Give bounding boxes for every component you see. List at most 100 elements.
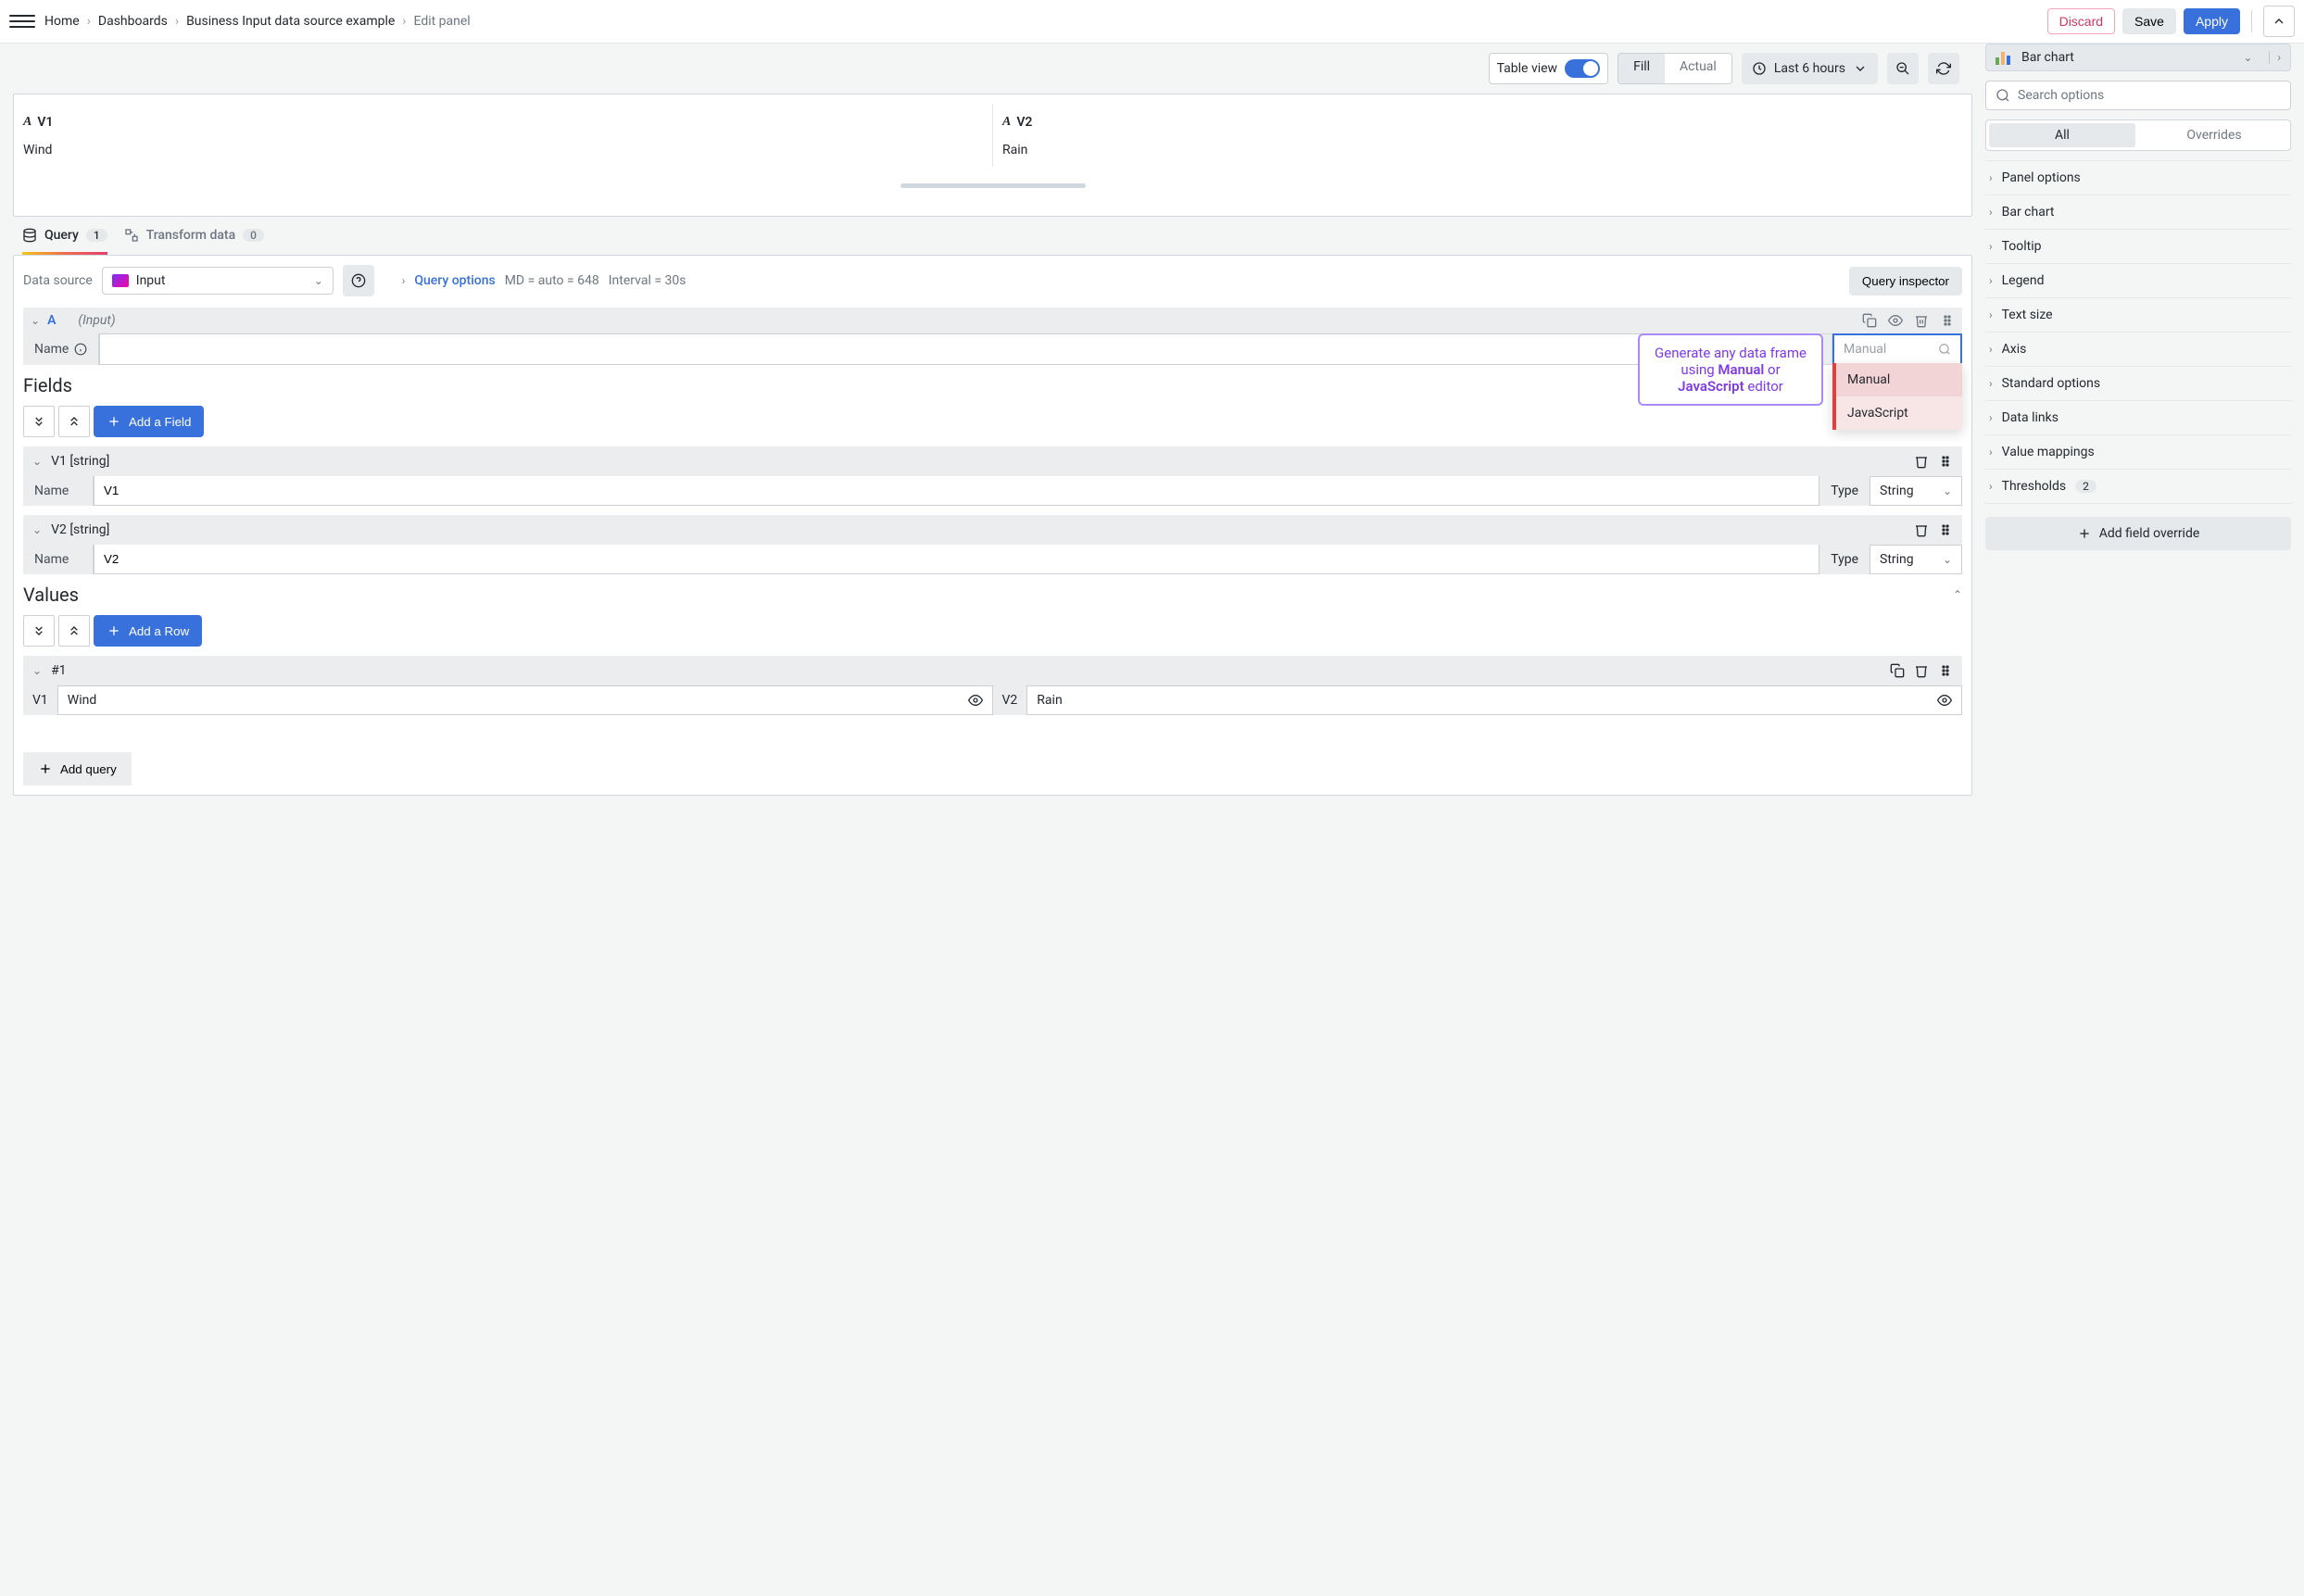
option-section-label: Legend (2002, 273, 2045, 288)
option-section[interactable]: ›Bar chart (1985, 195, 2291, 230)
chevron-right-icon[interactable]: › (2269, 51, 2281, 64)
add-field-button[interactable]: Add a Field (94, 406, 204, 437)
option-section[interactable]: ›Value mappings (1985, 435, 2291, 470)
query-inspector-button[interactable]: Query inspector (1849, 267, 1962, 295)
add-row-button[interactable]: Add a Row (94, 615, 202, 647)
chevron-right-icon: › (1989, 343, 1993, 356)
trash-icon[interactable] (1914, 522, 1929, 537)
collapse-all-button[interactable] (23, 615, 55, 647)
tab-query[interactable]: Query 1 (22, 228, 107, 255)
drag-handle-icon[interactable] (1938, 663, 1953, 678)
chevron-right-icon: › (87, 14, 91, 29)
option-section-label: Axis (2002, 342, 2027, 357)
collapse-icon[interactable]: ⌄ (32, 523, 42, 536)
chevron-right-icon: › (1989, 480, 1993, 493)
save-button[interactable]: Save (2122, 8, 2176, 34)
breadcrumb-dashboard-name[interactable]: Business Input data source example (186, 14, 395, 29)
text-type-icon: A (1002, 115, 1011, 130)
trash-icon[interactable] (1914, 313, 1929, 328)
dropdown-item-manual[interactable]: Manual (1836, 363, 1962, 396)
time-range-picker[interactable]: Last 6 hours (1742, 53, 1878, 84)
collapse-icon[interactable]: ⌄ (32, 455, 42, 468)
divider (2251, 10, 2252, 32)
drag-handle-icon[interactable] (1938, 522, 1953, 537)
segment-actual[interactable]: Actual (1665, 54, 1731, 83)
transform-count-badge: 0 (243, 229, 264, 242)
option-section[interactable]: › Legend (1985, 264, 2291, 298)
option-section[interactable]: ›Panel options (1985, 160, 2291, 195)
eye-icon[interactable] (968, 693, 983, 708)
drag-handle-icon[interactable] (1940, 313, 1955, 328)
chevron-right-icon: › (1989, 411, 1993, 424)
row-cell-label: V1 (23, 685, 57, 715)
data-source-select[interactable]: Input ⌄ (102, 267, 334, 295)
field-name-input[interactable] (94, 545, 1819, 574)
tab-overrides[interactable]: Overrides (2141, 123, 2287, 147)
clock-icon (1752, 61, 1767, 76)
option-section[interactable]: › Axis (1985, 333, 2291, 367)
values-editor-select[interactable]: Manual Manual JavaScript (1832, 333, 1962, 365)
copy-icon[interactable] (1862, 313, 1877, 328)
zoom-out-icon[interactable] (1887, 53, 1919, 84)
discard-button[interactable]: Discard (2047, 8, 2115, 34)
option-section[interactable]: ›Standard options (1985, 367, 2291, 401)
fill-actual-segment[interactable]: Fill Actual (1618, 53, 1732, 84)
dropdown-item-javascript[interactable]: JavaScript (1836, 396, 1962, 430)
toggle-switch[interactable] (1565, 59, 1600, 78)
eye-icon[interactable] (1888, 313, 1903, 328)
chevron-right-icon: › (1989, 206, 1993, 219)
query-options-link[interactable]: Query options (414, 273, 495, 288)
field-name-input[interactable] (94, 476, 1819, 506)
breadcrumb: Home › Dashboards › Business Input data … (44, 14, 471, 29)
horizontal-scrollbar[interactable] (900, 183, 1086, 188)
option-section[interactable]: ›Text size (1985, 298, 2291, 333)
tab-all[interactable]: All (1989, 123, 2135, 147)
field-type-label: Type (1819, 476, 1870, 506)
query-name-input[interactable] (99, 333, 1733, 365)
search-options-input[interactable]: Search options (1985, 81, 2291, 110)
option-section[interactable]: ›Tooltip (1985, 230, 2291, 264)
name-label: Name (23, 333, 99, 365)
chevron-right-icon[interactable]: › (402, 274, 406, 287)
data-source-label: Data source (23, 273, 93, 288)
add-query-button[interactable]: Add query (23, 752, 132, 785)
collapse-all-button[interactable] (23, 406, 55, 437)
copy-icon[interactable] (1890, 663, 1905, 678)
add-field-override-button[interactable]: Add field override (1985, 517, 2291, 550)
option-section[interactable]: › Data links (1985, 401, 2291, 435)
datasource-help-icon[interactable] (343, 265, 374, 296)
apply-button[interactable]: Apply (2184, 8, 2240, 34)
row-cell-input[interactable]: Rain (1026, 685, 1962, 715)
plus-icon (2077, 526, 2092, 541)
field-type-select[interactable]: String⌄ (1870, 476, 1962, 506)
segment-fill[interactable]: Fill (1618, 54, 1665, 83)
table-view-label: Table view (1497, 61, 1558, 76)
option-section-thresholds[interactable]: › Thresholds 2 (1985, 470, 2291, 504)
breadcrumb-dashboards[interactable]: Dashboards (98, 14, 168, 29)
collapse-icon[interactable]: ⌄ (32, 664, 42, 677)
visualization-picker[interactable]: Bar chart ⌄ › (1985, 44, 2291, 71)
trash-icon[interactable] (1914, 663, 1929, 678)
chevron-up-icon[interactable] (2263, 6, 2295, 37)
chevron-right-icon: › (1989, 274, 1993, 287)
option-section-label: Tooltip (2002, 239, 2042, 254)
expand-all-button[interactable] (58, 615, 90, 647)
row-cell-input[interactable]: Wind (57, 685, 993, 715)
table-view-toggle[interactable]: Table view (1489, 53, 1609, 84)
tab-transform[interactable]: Transform data 0 (124, 228, 264, 255)
transform-icon (124, 228, 139, 243)
refresh-icon[interactable] (1928, 53, 1959, 84)
breadcrumb-home[interactable]: Home (44, 14, 80, 29)
collapse-icon[interactable]: ⌄ (31, 314, 40, 327)
drag-handle-icon[interactable] (1938, 454, 1953, 469)
database-icon (22, 228, 37, 243)
collapse-icon[interactable]: ⌃ (1953, 588, 1962, 601)
values-editor-dropdown: Manual JavaScript (1832, 363, 1962, 430)
option-section-label: Data links (2002, 410, 2058, 425)
field-type-select[interactable]: String⌄ (1870, 545, 1962, 574)
trash-icon[interactable] (1914, 454, 1929, 469)
expand-all-button[interactable] (58, 406, 90, 437)
eye-icon[interactable] (1937, 693, 1952, 708)
chevron-right-icon: › (1989, 446, 1993, 459)
menu-icon[interactable] (9, 10, 35, 32)
